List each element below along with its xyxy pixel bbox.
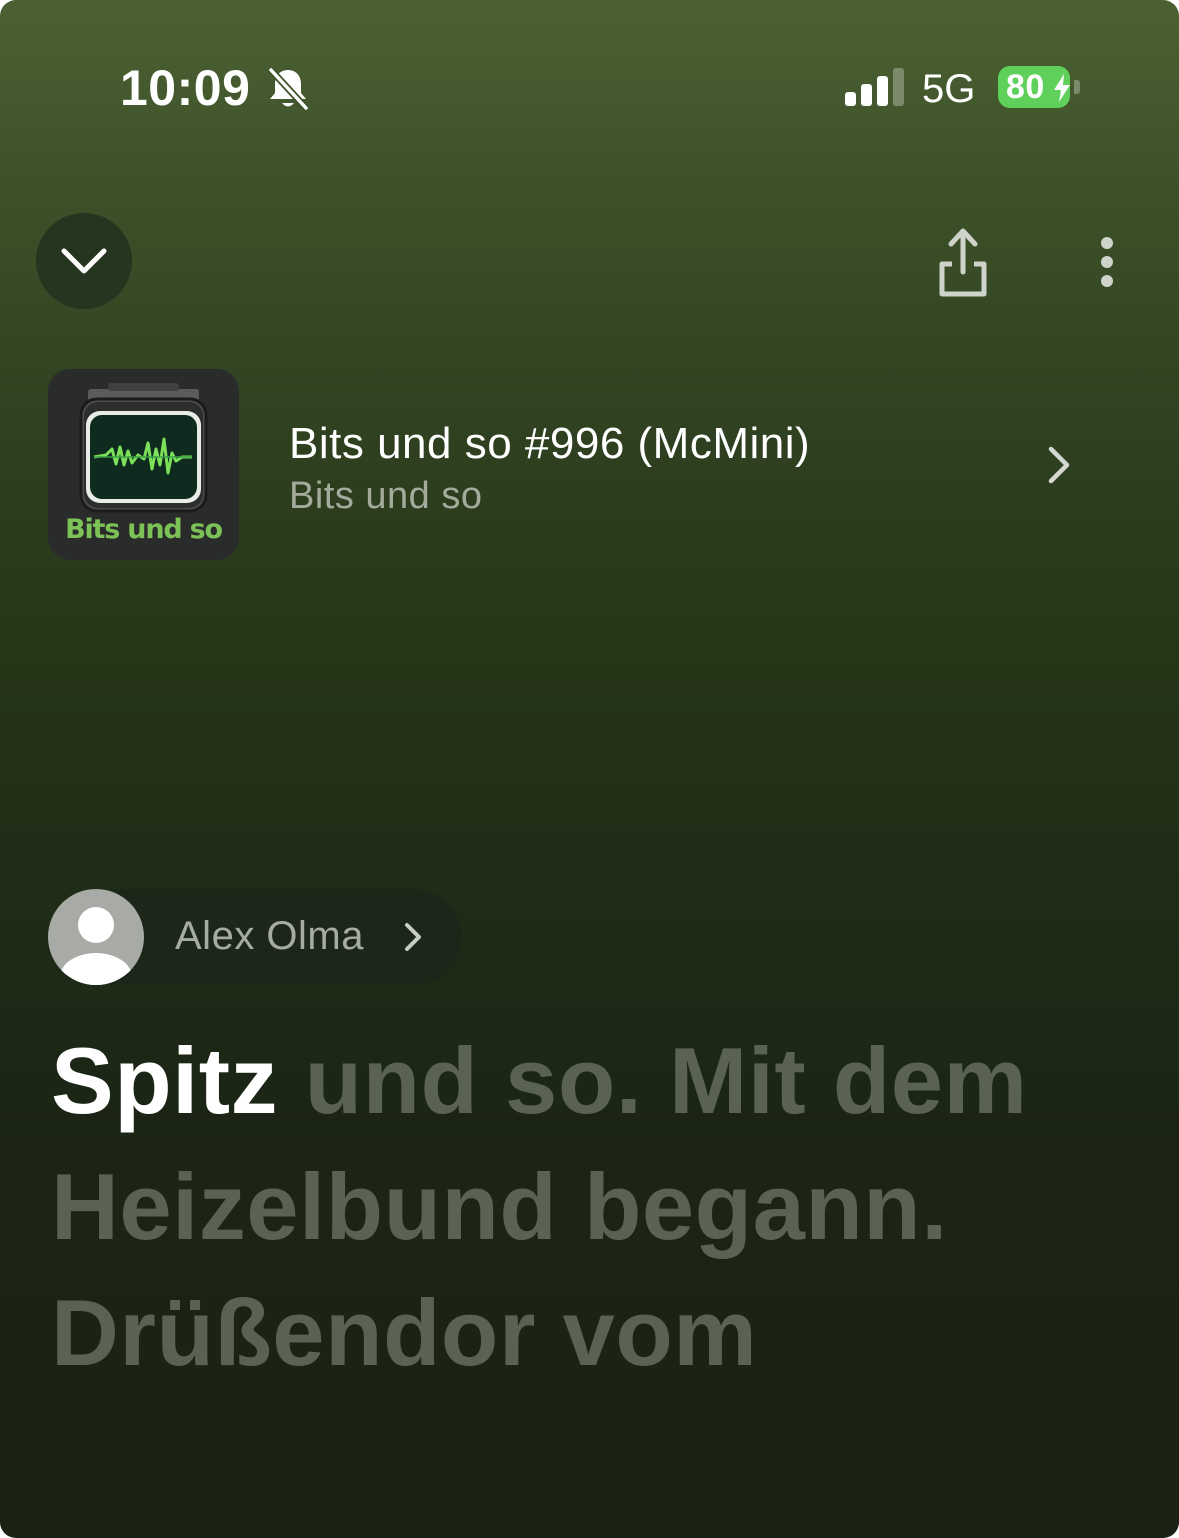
status-time: 10:09 bbox=[120, 60, 251, 116]
battery-cap bbox=[1074, 80, 1080, 94]
speaker-chevron-icon bbox=[405, 923, 421, 951]
episode-title[interactable]: Bits und so #996 (McMini) bbox=[289, 418, 810, 470]
chevron-right-icon[interactable] bbox=[1044, 444, 1074, 486]
signal-icon bbox=[845, 68, 904, 106]
share-icon[interactable] bbox=[932, 226, 994, 298]
now-playing-screen: 10:09 5G 80 Bits und so Bits und so #996… bbox=[0, 0, 1179, 1538]
episode-artwork[interactable]: Bits und so bbox=[48, 369, 239, 560]
chevron-down-icon bbox=[61, 248, 107, 274]
collapse-button[interactable] bbox=[36, 213, 132, 309]
artwork-text: Bits und so bbox=[65, 514, 223, 545]
podcast-name[interactable]: Bits und so bbox=[289, 474, 483, 518]
oscilloscope-logo bbox=[79, 383, 208, 513]
battery-charging-icon bbox=[1054, 74, 1070, 102]
transcript-text: Spitz und so. Mit dem Heizelbund begann.… bbox=[51, 1018, 1151, 1396]
person-icon bbox=[60, 907, 132, 985]
battery-level: 80 bbox=[1006, 68, 1045, 106]
transcript-current-word: Spitz bbox=[51, 1028, 279, 1133]
network-label: 5G bbox=[922, 67, 976, 111]
bell-slash-icon bbox=[268, 67, 309, 111]
more-vertical-icon[interactable] bbox=[1090, 234, 1124, 290]
avatar bbox=[48, 889, 144, 985]
speaker-name[interactable]: Alex Olma bbox=[175, 912, 364, 960]
